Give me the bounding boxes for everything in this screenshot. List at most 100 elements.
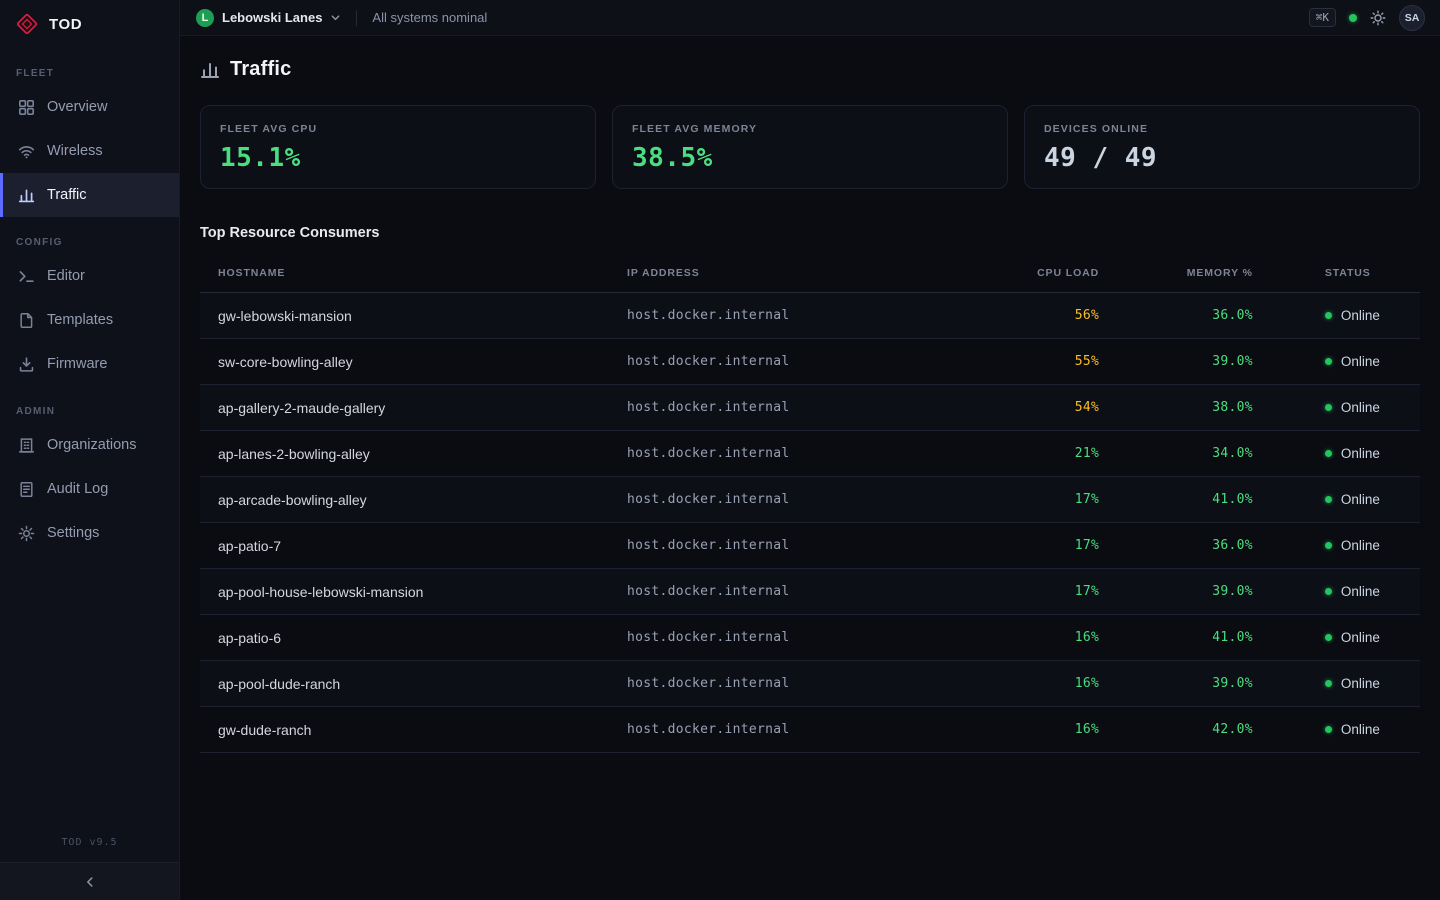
ip-address-cell: host.docker.internal (627, 615, 963, 661)
grid-icon (18, 99, 35, 116)
cpu-load-cell: 16% (963, 615, 1100, 661)
sidebar: TOD FLEET Overview Wireless Traffic CONF… (0, 0, 180, 900)
hostname-cell: ap-lanes-2-bowling-alley (200, 431, 627, 477)
user-avatar[interactable]: SA (1399, 5, 1425, 31)
cpu-load-cell: 17% (963, 523, 1100, 569)
table-row[interactable]: ap-pool-house-lebowski-mansionhost.docke… (200, 569, 1420, 615)
cpu-load-cell: 54% (963, 385, 1100, 431)
table-row[interactable]: ap-lanes-2-bowling-alleyhost.docker.inte… (200, 431, 1420, 477)
chevron-down-icon (330, 12, 341, 23)
org-avatar: L (196, 9, 214, 27)
stat-value: 15.1% (220, 143, 576, 173)
gear-icon (18, 525, 35, 542)
status-cell: Online (1253, 293, 1420, 339)
table-row[interactable]: ap-patio-7host.docker.internal17%36.0%On… (200, 523, 1420, 569)
status-cell: Online (1253, 707, 1420, 753)
memory-cell: 36.0% (1099, 523, 1253, 569)
table-row[interactable]: ap-pool-dude-ranchhost.docker.internal16… (200, 661, 1420, 707)
status-cell: Online (1253, 431, 1420, 477)
health-status-dot-icon (1349, 14, 1357, 22)
table-row[interactable]: gw-dude-ranchhost.docker.internal16%42.0… (200, 707, 1420, 753)
online-dot-icon (1325, 450, 1332, 457)
main-content: Traffic FLEET AVG CPU 15.1% FLEET AVG ME… (180, 36, 1440, 900)
sidebar-item-organizations[interactable]: Organizations (0, 423, 179, 467)
sidebar-item-firmware[interactable]: Firmware (0, 342, 179, 386)
hostname-cell: sw-core-bowling-alley (200, 339, 627, 385)
col-header-cpu: CPU LOAD (963, 254, 1100, 293)
col-header-ip: IP ADDRESS (627, 254, 963, 293)
online-dot-icon (1325, 542, 1332, 549)
system-status-text: All systems nominal (372, 10, 487, 25)
file-icon (18, 312, 35, 329)
table-row[interactable]: ap-patio-6host.docker.internal16%41.0%On… (200, 615, 1420, 661)
table-section-title: Top Resource Consumers (200, 225, 1420, 241)
building-icon (18, 437, 35, 454)
sidebar-item-editor[interactable]: Editor (0, 254, 179, 298)
sidebar-item-templates[interactable]: Templates (0, 298, 179, 342)
ip-address-cell: host.docker.internal (627, 707, 963, 753)
theme-toggle-button[interactable] (1370, 10, 1386, 26)
sun-icon (1370, 10, 1386, 26)
topbar: L Lebowski Lanes All systems nominal ⌘K … (180, 0, 1440, 36)
app-logo: TOD (0, 0, 179, 48)
stat-label: FLEET AVG CPU (220, 123, 576, 135)
cpu-load-cell: 17% (963, 569, 1100, 615)
memory-cell: 39.0% (1099, 661, 1253, 707)
status-cell: Online (1253, 523, 1420, 569)
cpu-load-cell: 55% (963, 339, 1100, 385)
status-cell: Online (1253, 477, 1420, 523)
memory-cell: 41.0% (1099, 615, 1253, 661)
ip-address-cell: host.docker.internal (627, 339, 963, 385)
table-row[interactable]: gw-lebowski-mansionhost.docker.internal5… (200, 293, 1420, 339)
hostname-cell: ap-gallery-2-maude-gallery (200, 385, 627, 431)
command-palette-shortcut[interactable]: ⌘K (1309, 8, 1336, 27)
stat-card-fleet-avg-cpu: FLEET AVG CPU 15.1% (200, 105, 596, 189)
table-row[interactable]: ap-arcade-bowling-alleyhost.docker.inter… (200, 477, 1420, 523)
hostname-cell: ap-pool-dude-ranch (200, 661, 627, 707)
nav-section-config: CONFIG (16, 237, 163, 248)
ip-address-cell: host.docker.internal (627, 385, 963, 431)
online-dot-icon (1325, 726, 1332, 733)
online-dot-icon (1325, 588, 1332, 595)
cpu-load-cell: 16% (963, 661, 1100, 707)
chevron-left-icon (83, 875, 97, 889)
col-header-status: STATUS (1253, 254, 1420, 293)
cpu-load-cell: 16% (963, 707, 1100, 753)
hostname-cell: ap-pool-house-lebowski-mansion (200, 569, 627, 615)
sidebar-item-wireless[interactable]: Wireless (0, 129, 179, 173)
app-logo-icon (15, 12, 39, 36)
stat-label: DEVICES ONLINE (1044, 123, 1400, 135)
cpu-load-cell: 56% (963, 293, 1100, 339)
stat-card-devices-online: DEVICES ONLINE 49 / 49 (1024, 105, 1420, 189)
hostname-cell: gw-lebowski-mansion (200, 293, 627, 339)
hostname-cell: gw-dude-ranch (200, 707, 627, 753)
col-header-memory: MEMORY % (1099, 254, 1253, 293)
ip-address-cell: host.docker.internal (627, 293, 963, 339)
sidebar-item-audit-log[interactable]: Audit Log (0, 467, 179, 511)
table-row[interactable]: sw-core-bowling-alleyhost.docker.interna… (200, 339, 1420, 385)
ip-address-cell: host.docker.internal (627, 431, 963, 477)
memory-cell: 39.0% (1099, 339, 1253, 385)
memory-cell: 38.0% (1099, 385, 1253, 431)
table-row[interactable]: ap-gallery-2-maude-galleryhost.docker.in… (200, 385, 1420, 431)
ip-address-cell: host.docker.internal (627, 523, 963, 569)
app-version: TOD v9.5 (0, 837, 179, 862)
cpu-load-cell: 17% (963, 477, 1100, 523)
online-dot-icon (1325, 634, 1332, 641)
sidebar-item-traffic[interactable]: Traffic (0, 173, 179, 217)
status-cell: Online (1253, 569, 1420, 615)
stat-label: FLEET AVG MEMORY (632, 123, 988, 135)
sidebar-item-overview[interactable]: Overview (0, 85, 179, 129)
page-title: Traffic (230, 58, 291, 81)
stat-value: 38.5% (632, 143, 988, 173)
bar-chart-icon (18, 187, 35, 204)
memory-cell: 39.0% (1099, 569, 1253, 615)
org-switcher[interactable]: L Lebowski Lanes (196, 9, 341, 27)
ip-address-cell: host.docker.internal (627, 661, 963, 707)
sidebar-collapse-button[interactable] (0, 862, 179, 900)
memory-cell: 34.0% (1099, 431, 1253, 477)
terminal-icon (18, 268, 35, 285)
sidebar-item-settings[interactable]: Settings (0, 511, 179, 555)
online-dot-icon (1325, 358, 1332, 365)
col-header-hostname: HOSTNAME (200, 254, 627, 293)
